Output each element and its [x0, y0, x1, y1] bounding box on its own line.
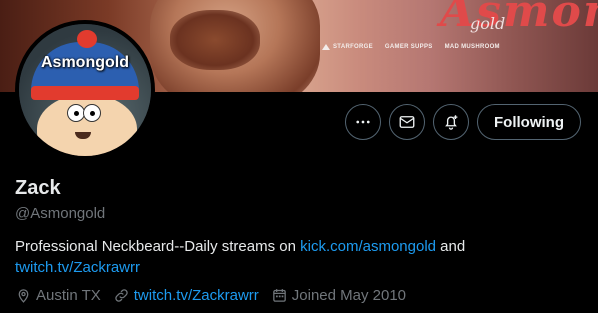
sponsor-mad-mushroom: MAD MUSHROOM — [444, 44, 500, 50]
avatar-label: Asmongold — [41, 54, 129, 71]
location-item: Austin TX — [15, 287, 101, 304]
banner-logo-sub: gold — [470, 14, 506, 33]
notifications-button[interactable] — [433, 104, 469, 140]
bio-text: Professional Neckbeard--Daily streams on — [15, 238, 301, 255]
joined-item: Joined May 2010 — [271, 287, 406, 304]
avatar-hat-band — [31, 86, 139, 100]
avatar-face — [37, 94, 137, 156]
user-handle: @Asmongold — [15, 205, 106, 222]
banner-logo-text: Asmon — [440, 0, 598, 37]
location-text: Austin TX — [36, 287, 101, 304]
sponsor-starforge: STARFORGE — [322, 44, 373, 50]
calendar-icon — [272, 289, 286, 302]
envelope-icon — [399, 116, 415, 128]
profile-meta: Austin TX twitch.tv/Zackrawrr Joined May… — [15, 287, 406, 304]
bio-link-twitch[interactable]: twitch.tv/Zackrawrr — [15, 259, 140, 276]
joined-text: Joined May 2010 — [291, 287, 407, 304]
more-button[interactable] — [345, 104, 381, 140]
banner-sponsors: STARFORGE GAMER SUPPS MAD MUSHROOM — [322, 44, 500, 50]
bio-text: and — [436, 238, 466, 255]
profile-bio: Professional Neckbeard--Daily streams on… — [15, 236, 583, 278]
avatar-hat-pom — [77, 30, 97, 48]
website-link[interactable]: twitch.tv/Zackrawrr — [134, 287, 259, 304]
link-icon — [115, 289, 128, 302]
bio-link-kick[interactable]: kick.com/asmongold — [300, 238, 436, 255]
message-button[interactable] — [389, 104, 425, 140]
profile-actions: Following — [345, 104, 581, 140]
sponsor-gamer-supps: GAMER SUPPS — [384, 44, 433, 50]
sponsor-logo-icon — [322, 44, 330, 50]
display-name: Zack — [15, 177, 61, 199]
banner-beard — [170, 10, 260, 70]
bell-plus-icon — [445, 115, 458, 130]
avatar-eye-right — [83, 104, 101, 122]
following-button[interactable]: Following — [477, 104, 581, 140]
more-icon — [356, 120, 370, 124]
website-item: twitch.tv/Zackrawrr — [113, 287, 259, 304]
location-pin-icon — [18, 289, 29, 303]
avatar[interactable]: Asmongold — [15, 20, 155, 160]
